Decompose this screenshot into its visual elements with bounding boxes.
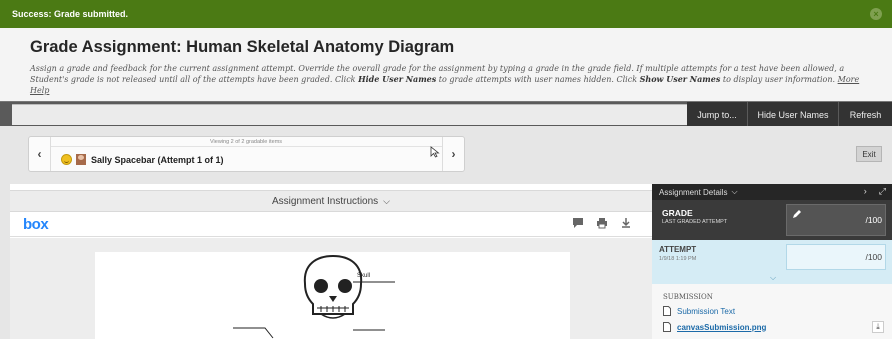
attempt-max: /100 [865,252,882,262]
viewer-actions [572,217,632,229]
grade-section: GRADE LAST GRADED ATTEMPT /100 [652,200,892,240]
chevron-down-icon: ⌵ [383,195,390,206]
skeleton-diagram: Skull [233,254,395,339]
next-student-button[interactable]: › [442,137,464,171]
exit-button[interactable]: Exit [856,146,882,162]
success-message: Success: Grade submitted. [12,9,129,19]
print-icon[interactable] [596,217,608,229]
download-icon: ⤓ [876,322,880,331]
chevron-right-icon: › [451,147,456,161]
student-navigator: ‹ Viewing 2 of 2 gradable items Sally Sp… [28,136,465,172]
document-viewer-toolbar: box [10,213,652,237]
attempt-date: 1/9/18 1:19 PM [659,256,697,262]
submission-text-label: Submission Text [677,306,736,316]
comment-icon[interactable] [572,217,584,229]
download-file-button[interactable]: ⤓ [872,321,884,333]
student-selector[interactable]: Sally Spacebar (Attempt 1 of 1) [61,154,224,165]
assignment-details-title: Assignment Details [659,187,728,197]
assignment-instructions-label: Assignment Instructions [272,195,379,207]
submission-section: SUBMISSION Submission Text canvasSubmiss… [652,284,892,339]
navigator-divider [51,146,442,147]
avatar [76,154,86,165]
chevron-right-icon[interactable]: › [864,186,867,197]
submission-file-name: canvasSubmission.png [677,322,767,332]
expand-icon[interactable]: ⤢ [879,186,886,197]
document-icon [663,306,671,316]
action-toolbar: Jump to... Hide User Names Refresh [0,101,892,127]
student-navigator-area: ‹ Viewing 2 of 2 gradable items Sally Sp… [0,126,892,184]
show-names-hint: Show User Names [639,74,721,84]
download-icon[interactable] [620,217,632,229]
assignment-details-panel: Assignment Details ⌵ › ⤢ GRADE LAST GRAD… [652,184,892,339]
close-icon[interactable]: × [870,8,882,20]
submission-text-link[interactable]: Submission Text [663,306,735,316]
grade-sublabel: LAST GRADED ATTEMPT [662,219,728,225]
toolbar-spacer [12,104,687,125]
attempt-label: ATTEMPT [659,245,697,254]
attempt-section: ATTEMPT 1/9/18 1:19 PM /100 ⌵ [652,240,892,284]
smiley-icon [61,154,72,165]
page-title: Grade Assignment: Human Skeletal Anatomy… [30,38,455,56]
student-name: Sally Spacebar (Attempt 1 of 1) [91,154,224,165]
chevron-down-icon: ⌵ [731,187,738,196]
document-icon [663,322,671,332]
page-instructions: Assign a grade and feedback for the curr… [30,63,880,96]
viewing-count: Viewing 2 of 2 gradable items [209,139,283,145]
diagram-page: Skull [95,252,570,339]
chevron-left-icon: ‹ [37,147,42,161]
previous-student-button[interactable]: ‹ [29,137,51,171]
mouse-cursor-icon [430,146,440,158]
grade-max: /100 [865,215,882,225]
document-viewer[interactable]: Skull [10,238,652,339]
submission-content: Assignment Instructions ⌵ box Skull [10,184,652,339]
submission-label: SUBMISSION [663,293,713,301]
assignment-details-header[interactable]: Assignment Details ⌵ › ⤢ [652,184,892,200]
hide-user-names-button[interactable]: Hide User Names [748,102,838,127]
grade-label: GRADE [662,208,693,218]
box-logo: box [23,216,49,233]
skull-drawing [303,254,363,319]
assignment-instructions-toggle[interactable]: Assignment Instructions ⌵ [10,190,652,212]
jump-to-button[interactable]: Jump to... [687,102,747,127]
instructions-text-3: to display user information. [720,75,838,84]
skull-label: Skull [357,273,370,279]
submission-file-link[interactable]: canvasSubmission.png [663,322,766,332]
pencil-icon[interactable] [792,209,802,219]
refresh-button[interactable]: Refresh [839,102,892,127]
chevron-down-icon[interactable]: ⌵ [770,273,776,283]
page-header: Grade Assignment: Human Skeletal Anatomy… [0,28,892,101]
success-banner: Success: Grade submitted. × [0,0,892,28]
left-label-line [233,327,274,339]
hide-names-hint: Hide User Names [358,74,437,84]
instructions-text-2: to grade attempts with user names hidden… [436,75,640,84]
